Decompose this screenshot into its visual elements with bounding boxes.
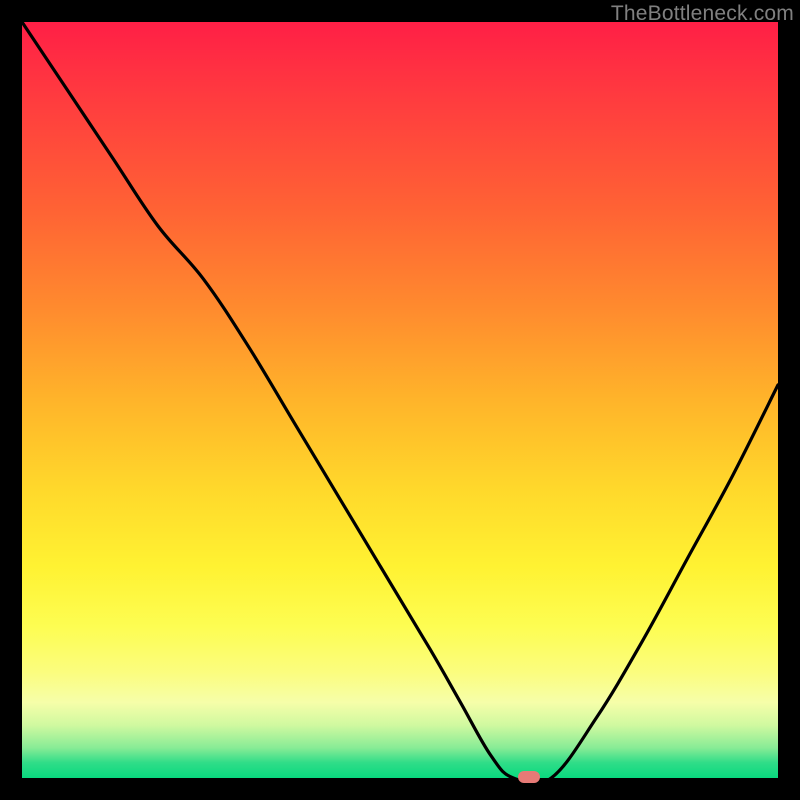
- watermark-text: TheBottleneck.com: [611, 2, 794, 26]
- plot-area: [22, 22, 778, 778]
- optimal-marker: [518, 771, 540, 783]
- chart-frame: TheBottleneck.com: [0, 0, 800, 800]
- bottleneck-curve: [22, 22, 778, 778]
